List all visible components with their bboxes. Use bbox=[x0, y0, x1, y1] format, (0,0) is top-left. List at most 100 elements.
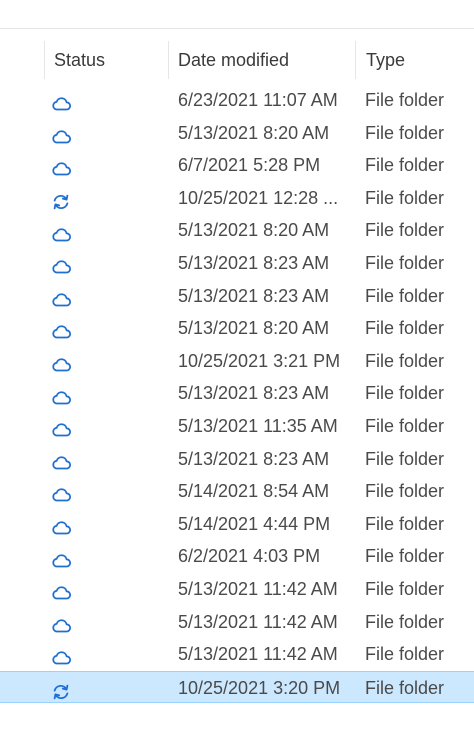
date-modified-cell: 6/7/2021 5:28 PM bbox=[178, 155, 321, 176]
file-row[interactable]: 10/25/2021 3:20 PM File folder bbox=[0, 670, 474, 705]
type-cell: File folder bbox=[365, 644, 445, 665]
date-modified-cell: 5/13/2021 8:23 AM bbox=[178, 252, 330, 273]
cloud-icon bbox=[50, 580, 72, 600]
status-cell bbox=[50, 606, 80, 639]
type-cell: File folder bbox=[365, 220, 445, 241]
column-header-status[interactable]: Status bbox=[54, 38, 105, 82]
status-cell bbox=[50, 247, 80, 280]
cloud-icon bbox=[50, 222, 72, 242]
cloud-icon bbox=[50, 417, 72, 437]
file-explorer-details-pane: Status Date modified Type 6/23/2021 11:0… bbox=[0, 0, 474, 729]
file-row[interactable]: 5/13/2021 8:20 AM File folder bbox=[0, 214, 474, 247]
type-cell: File folder bbox=[365, 187, 445, 208]
status-cell bbox=[50, 214, 80, 247]
status-cell bbox=[50, 377, 80, 410]
cloud-icon bbox=[50, 254, 72, 274]
status-cell bbox=[50, 638, 80, 671]
type-cell: File folder bbox=[365, 546, 445, 567]
toolbar-edge bbox=[0, 0, 474, 29]
type-cell: File folder bbox=[365, 383, 445, 404]
file-row[interactable]: 5/13/2021 8:20 AM File folder bbox=[0, 312, 474, 345]
file-row[interactable]: 5/13/2021 11:42 AM File folder bbox=[0, 606, 474, 639]
status-cell bbox=[50, 117, 80, 150]
date-modified-cell: 5/14/2021 8:54 AM bbox=[178, 481, 330, 502]
type-cell: File folder bbox=[365, 481, 445, 502]
type-cell: File folder bbox=[365, 513, 445, 534]
status-cell bbox=[50, 508, 80, 541]
file-row[interactable]: 5/14/2021 8:54 AM File folder bbox=[0, 475, 474, 508]
column-divider[interactable] bbox=[44, 41, 45, 79]
type-cell: File folder bbox=[365, 677, 445, 698]
date-modified-cell: 5/13/2021 8:23 AM bbox=[178, 383, 330, 404]
date-modified-cell: 5/14/2021 4:44 PM bbox=[178, 513, 331, 534]
file-row[interactable]: 5/13/2021 11:35 AM File folder bbox=[0, 410, 474, 443]
cloud-icon bbox=[50, 645, 72, 665]
file-row[interactable]: 6/7/2021 5:28 PM File folder bbox=[0, 149, 474, 182]
type-cell: File folder bbox=[365, 448, 445, 469]
file-row[interactable]: 6/2/2021 4:03 PM File folder bbox=[0, 540, 474, 573]
status-cell bbox=[50, 672, 80, 705]
file-row[interactable]: 10/25/2021 12:28 ... File folder bbox=[0, 182, 474, 215]
type-cell: File folder bbox=[365, 415, 445, 436]
status-cell bbox=[50, 182, 80, 215]
column-divider[interactable] bbox=[355, 41, 356, 79]
file-row[interactable]: 5/13/2021 11:42 AM File folder bbox=[0, 573, 474, 606]
date-modified-cell: 5/13/2021 8:20 AM bbox=[178, 220, 330, 241]
cloud-icon bbox=[50, 352, 72, 372]
cloud-icon bbox=[50, 385, 72, 405]
status-cell bbox=[50, 573, 80, 606]
status-cell bbox=[50, 475, 80, 508]
cloud-icon bbox=[50, 319, 72, 339]
column-header-bar: Status Date modified Type bbox=[0, 38, 474, 82]
date-modified-cell: 6/2/2021 4:03 PM bbox=[178, 546, 321, 567]
file-list: 6/23/2021 11:07 AM File folder 5/13/2021 8… bbox=[0, 84, 474, 705]
date-modified-cell: 5/13/2021 11:42 AM bbox=[178, 644, 338, 665]
date-modified-cell: 5/13/2021 8:23 AM bbox=[178, 285, 330, 306]
date-modified-cell: 5/13/2021 8:23 AM bbox=[178, 448, 330, 469]
type-cell: File folder bbox=[365, 90, 445, 110]
type-cell: File folder bbox=[365, 350, 445, 371]
cloud-icon bbox=[50, 287, 72, 307]
column-header-date-modified[interactable]: Date modified bbox=[178, 38, 289, 82]
date-modified-cell: 10/25/2021 12:28 ... bbox=[178, 187, 339, 208]
file-row[interactable]: 5/13/2021 8:20 AM File folder bbox=[0, 117, 474, 150]
status-cell bbox=[50, 312, 80, 345]
date-modified-cell: 5/13/2021 11:42 AM bbox=[178, 578, 338, 599]
cloud-icon bbox=[50, 548, 72, 568]
type-cell: File folder bbox=[365, 318, 445, 339]
cloud-icon bbox=[50, 450, 72, 470]
date-modified-cell: 10/25/2021 3:20 PM bbox=[178, 677, 341, 698]
cloud-icon bbox=[50, 156, 72, 176]
column-header-type[interactable]: Type bbox=[366, 38, 405, 82]
file-row[interactable]: 6/23/2021 11:07 AM File folder bbox=[0, 84, 474, 117]
status-cell bbox=[50, 149, 80, 182]
column-divider[interactable] bbox=[168, 41, 169, 79]
cloud-icon bbox=[50, 482, 72, 502]
cloud-icon bbox=[50, 124, 72, 144]
file-row[interactable]: 5/14/2021 4:44 PM File folder bbox=[0, 508, 474, 541]
file-row[interactable]: 5/13/2021 8:23 AM File folder bbox=[0, 443, 474, 476]
date-modified-cell: 5/13/2021 8:20 AM bbox=[178, 318, 330, 339]
status-cell bbox=[50, 345, 80, 378]
status-cell bbox=[50, 280, 80, 313]
sync-icon bbox=[50, 679, 72, 700]
type-cell: File folder bbox=[365, 122, 445, 143]
cloud-icon bbox=[50, 91, 72, 111]
status-cell bbox=[50, 84, 80, 117]
type-cell: File folder bbox=[365, 252, 445, 273]
status-cell bbox=[50, 410, 80, 443]
file-row[interactable]: 5/13/2021 11:42 AM File folder bbox=[0, 638, 474, 671]
date-modified-cell: 10/25/2021 3:21 PM bbox=[178, 350, 341, 371]
date-modified-cell: 5/13/2021 11:35 AM bbox=[178, 415, 338, 436]
type-cell: File folder bbox=[365, 155, 445, 176]
file-row[interactable]: 5/13/2021 8:23 AM File folder bbox=[0, 280, 474, 313]
file-row[interactable]: 10/25/2021 3:21 PM File folder bbox=[0, 345, 474, 378]
cloud-icon bbox=[50, 515, 72, 535]
date-modified-cell: 5/13/2021 11:42 AM bbox=[178, 611, 338, 632]
status-cell bbox=[50, 540, 80, 573]
cloud-icon bbox=[50, 613, 72, 633]
sync-icon bbox=[50, 189, 72, 210]
type-cell: File folder bbox=[365, 611, 445, 632]
file-row[interactable]: 5/13/2021 8:23 AM File folder bbox=[0, 377, 474, 410]
file-row[interactable]: 5/13/2021 8:23 AM File folder bbox=[0, 247, 474, 280]
